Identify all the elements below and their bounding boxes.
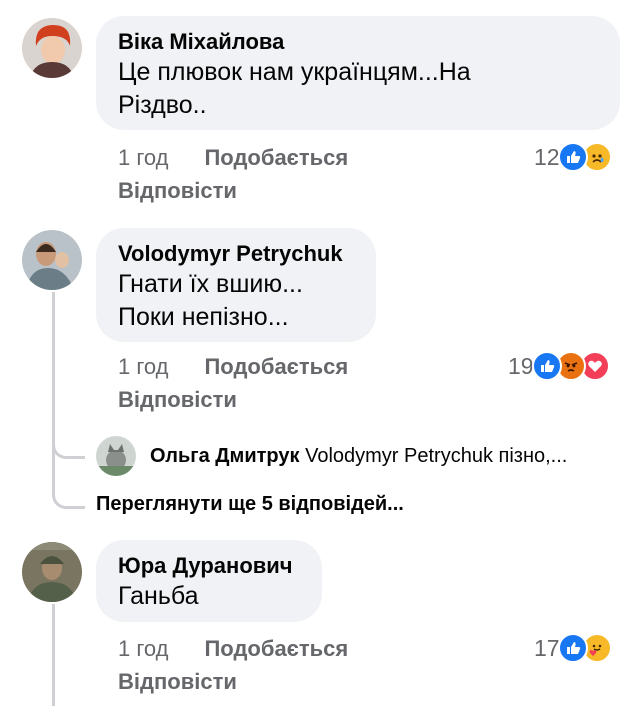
like-reaction-icon [557,633,588,663]
comment-meta: 1 год Подобається [118,633,348,665]
reply-author[interactable]: Ольга Дмитрук [150,445,300,467]
reaction-summary[interactable]: 19 [508,351,610,381]
like-button[interactable]: Подобається [204,636,348,661]
avatar[interactable] [96,436,136,476]
reaction-count: 12 [534,143,560,170]
comment-text: Поки непізно... [118,303,289,331]
avatar[interactable] [22,230,82,290]
view-more-replies-link[interactable]: Переглянути ще 5 відповідей... [96,490,404,518]
comment-text: Різдво.. [118,91,207,119]
comment-bubble: Volodymyr Petrychuk Гнати їх вшию... Пок… [96,228,376,342]
avatar[interactable] [22,18,82,78]
comment-author[interactable]: Віка Міхайлова [118,28,598,56]
comment-bubble: Віка Міхайлова Це плювок нам українцям..… [96,16,620,130]
comment-time[interactable]: 1 год [118,145,168,170]
avatar-photo-icon [22,18,82,78]
reaction-count: 17 [534,634,560,661]
like-button[interactable]: Подобається [204,145,348,170]
reply-button[interactable]: Відповісти [118,384,237,416]
avatar-photo-icon [96,436,136,476]
reply-button[interactable]: Відповісти [118,175,237,207]
comment-meta: 1 год Подобається [118,142,348,174]
comment-author[interactable]: Юра Дуранович [118,552,300,580]
like-reaction-icon [557,142,588,172]
comment-text: Це плювок нам українцям...На [118,58,471,86]
reply-preview[interactable]: Ольга Дмитрук Volodymyr Petrychuk пізно,… [150,442,567,470]
comment-text: Гнати їх вшию... [118,270,303,298]
thread-connector [52,436,85,459]
comment-time[interactable]: 1 год [118,354,168,379]
comment-author[interactable]: Volodymyr Petrychuk [118,240,354,268]
comment-text: Ганьба [118,582,199,610]
like-button[interactable]: Подобається [204,354,348,379]
avatar-photo-icon [22,542,82,602]
thread-line [52,292,55,488]
reply-button[interactable]: Відповісти [118,666,237,698]
avatar-photo-icon [22,230,82,290]
comment-meta: 1 год Подобається [118,351,348,383]
thread-line [52,604,55,706]
like-reaction-icon [531,351,562,381]
reaction-summary[interactable]: 12 [534,142,612,172]
reaction-count: 19 [508,352,534,379]
comment-time[interactable]: 1 год [118,636,168,661]
reply-text: Volodymyr Petrychuk пізно,... [305,445,568,467]
reaction-summary[interactable]: 17 [534,633,612,663]
avatar[interactable] [22,542,82,602]
thread-connector [52,480,85,509]
comment-bubble: Юра Дуранович Ганьба [96,540,322,622]
